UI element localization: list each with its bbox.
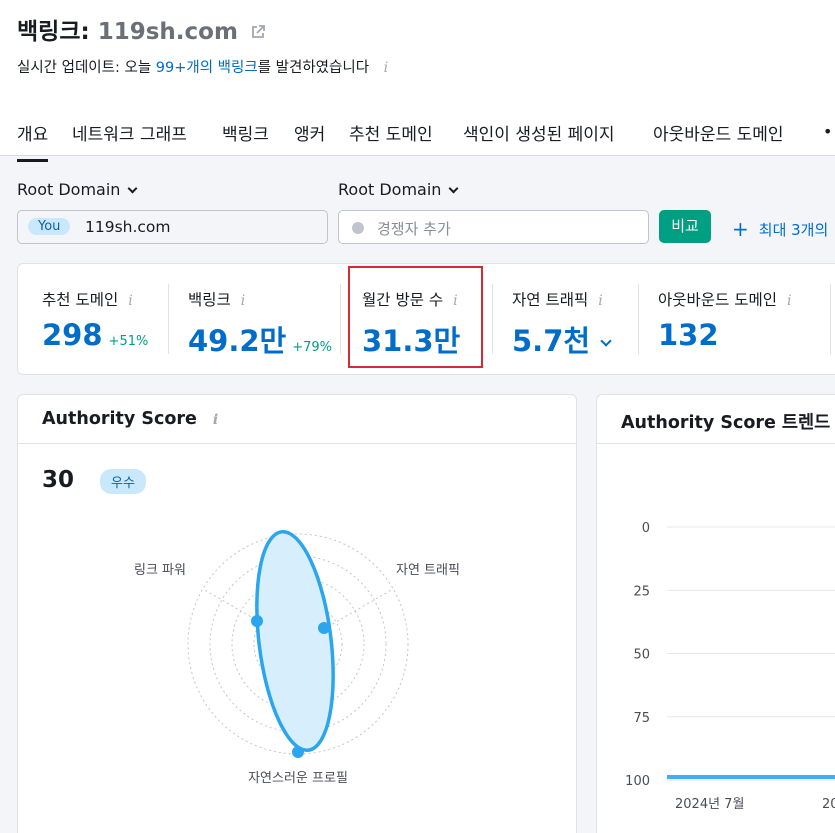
x-tick-label: 2024년 7월 <box>675 797 744 812</box>
add-competitors-link[interactable]: + 최대 3개의 <box>732 216 829 241</box>
metric-label: 아웃바운드 도메인 <box>658 291 778 309</box>
chevron-down-icon <box>448 183 459 194</box>
divider <box>830 284 831 354</box>
divider <box>168 284 169 354</box>
metric-value[interactable]: 132 <box>658 318 719 352</box>
radar-point-link-power <box>251 615 263 627</box>
info-icon[interactable]: i <box>241 293 245 309</box>
highlight-box <box>348 266 483 368</box>
y-tick-label: 75 <box>633 711 650 726</box>
metric-outbound-domains[interactable]: 아웃바운드 도메인 i 132 <box>658 288 792 352</box>
new-backlinks-link[interactable]: 99+개의 백링크 <box>156 60 258 76</box>
tab-indexed-pages[interactable]: 색인이 생성된 페이지 <box>463 120 615 145</box>
y-tick-label: 25 <box>633 584 650 599</box>
info-icon[interactable]: i <box>128 293 132 309</box>
radar-label-organic-traffic: 자연 트래픽 <box>396 563 460 578</box>
page-title: 백링크: 119sh.com <box>17 12 266 46</box>
metric-label: 추천 도메인 <box>42 291 119 309</box>
competitor-dot-icon <box>352 222 364 234</box>
metric-label: 자연 트래픽 <box>512 291 589 309</box>
title-prefix: 백링크: <box>17 19 90 45</box>
tab-outbound-domains[interactable]: 아웃바운드 도메인 <box>653 120 784 145</box>
metric-value[interactable]: 298 <box>42 318 103 352</box>
chevron-down-icon <box>127 183 138 194</box>
add-competitors-label: 최대 3개의 <box>758 221 829 239</box>
radar-point-organic-traffic <box>318 622 330 634</box>
authority-radar-chart: 링크 파워 자연 트래픽 자연스러운 프로필 <box>134 529 460 786</box>
your-domain-value: 119sh.com <box>85 218 171 236</box>
your-domain-field[interactable]: You 119sh.com <box>17 210 328 244</box>
subtitle-before: 실시간 업데이트: 오늘 <box>17 60 156 76</box>
authority-trend-card: Authority Score 트렌드 02550751002024년 7월20 <box>596 394 835 833</box>
authority-trend-chart: 0 25 50 75 100 2024년 7월 20 <box>625 521 835 812</box>
radar-point-natural-profile <box>292 746 304 758</box>
y-tick-label: 100 <box>625 774 650 789</box>
compare-button[interactable]: 비교 <box>659 210 711 243</box>
divider <box>340 284 341 354</box>
root-domain-label-2: Root Domain <box>338 180 442 199</box>
radar-label-link-power: 링크 파워 <box>134 563 186 578</box>
info-icon[interactable]: i <box>787 293 791 309</box>
compare-bar: Root Domain Root Domain You 119sh.com 경쟁… <box>0 156 835 262</box>
info-icon[interactable]: i <box>598 293 602 309</box>
external-link-icon[interactable] <box>250 20 266 46</box>
tab-network-graph[interactable]: 네트워크 그래프 <box>72 120 187 145</box>
realtime-update-text: 실시간 업데이트: 오늘 99+개의 백링크를 발견하였습니다 i <box>17 56 388 77</box>
metric-value[interactable]: 5.7천 <box>512 324 590 358</box>
tab-bar: 개요 네트워크 그래프 백링크 앵커 추천 도메인 색인이 생성된 페이지 아웃… <box>0 110 835 162</box>
chevron-down-icon[interactable] <box>600 335 612 347</box>
root-domain-dropdown-2[interactable]: Root Domain <box>338 180 459 199</box>
root-domain-label-1: Root Domain <box>17 180 121 199</box>
tab-backlinks[interactable]: 백링크 <box>222 120 269 145</box>
metric-organic-traffic[interactable]: 자연 트래픽 i 5.7천 <box>512 288 612 360</box>
info-icon[interactable]: i <box>384 60 388 76</box>
title-domain[interactable]: 119sh.com <box>98 19 238 45</box>
metric-value[interactable]: 49.2만 <box>188 324 286 358</box>
subtitle-after: 를 발견하였습니다 <box>257 60 370 76</box>
tab-anchors[interactable]: 앵커 <box>294 120 325 145</box>
y-tick-label: 0 <box>642 521 650 536</box>
plus-icon: + <box>732 217 749 241</box>
divider <box>638 284 639 354</box>
radar-label-natural-profile: 자연스러운 프로필 <box>248 771 348 786</box>
tab-overview[interactable]: 개요 <box>17 120 49 162</box>
you-badge: You <box>28 218 71 235</box>
metric-delta: +79% <box>292 340 333 355</box>
metric-label: 백링크 <box>188 291 231 309</box>
root-domain-dropdown-1[interactable]: Root Domain <box>17 180 138 199</box>
divider <box>492 284 493 354</box>
y-tick-label: 50 <box>633 648 650 663</box>
tab-referring-domains[interactable]: 추천 도메인 <box>349 120 433 145</box>
metric-backlinks[interactable]: 백링크 i 49.2만 +79% <box>188 288 332 360</box>
more-tabs-icon[interactable]: •• <box>823 122 835 141</box>
metric-delta: +51% <box>108 334 149 349</box>
authority-score-card: Authority Score i 30 우수 링크 파워 자연 트래픽 자연스러… <box>17 394 577 833</box>
page-header: 백링크: 119sh.com 실시간 업데이트: 오늘 99+개의 백링크를 발… <box>0 0 835 162</box>
metric-referring-domains[interactable]: 추천 도메인 i 298 +51% <box>42 288 148 352</box>
x-tick-label: 20 <box>822 797 835 812</box>
competitor-input[interactable]: 경쟁자 추가 <box>338 210 649 244</box>
competitor-placeholder: 경쟁자 추가 <box>377 220 451 238</box>
